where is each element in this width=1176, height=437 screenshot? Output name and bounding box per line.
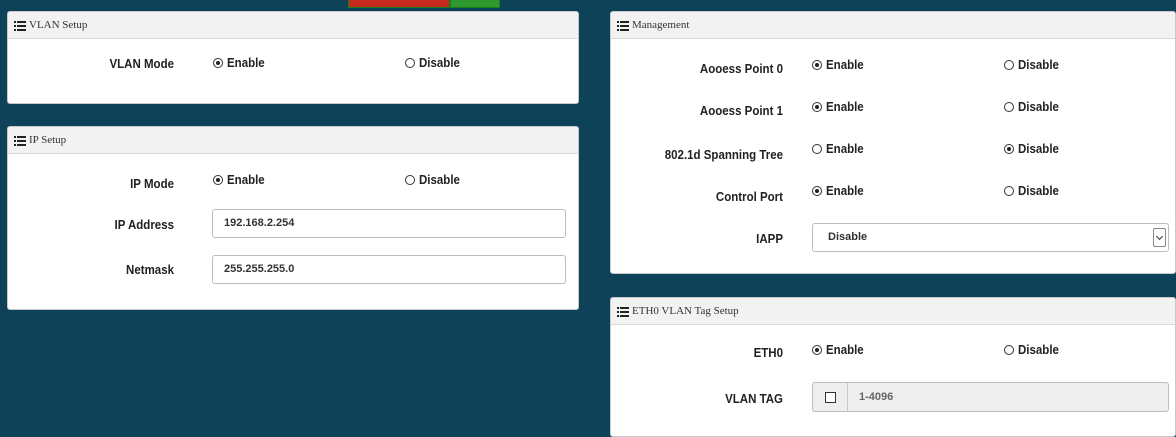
list-icon xyxy=(617,20,629,31)
vlan-tag-input-group: 1-4096 xyxy=(812,382,1169,412)
panel-title: Management xyxy=(632,19,690,31)
radio-unselected[interactable] xyxy=(1004,186,1014,196)
vlan-tag-checkbox-addon xyxy=(813,383,848,411)
vlan-tag-input[interactable]: 1-4096 xyxy=(848,383,893,411)
top-green-button[interactable] xyxy=(450,0,500,8)
panel-title: IP Setup xyxy=(29,134,67,146)
netmask-label: Netmask xyxy=(126,263,174,277)
access-point-1-enable-radio[interactable]: Enable xyxy=(812,100,867,114)
radio-unselected[interactable] xyxy=(405,58,415,68)
access-point-0-enable-radio[interactable]: Enable xyxy=(812,58,867,72)
radio-unselected[interactable] xyxy=(812,144,822,154)
access-point-1-label: Aooess Point 1 xyxy=(699,104,783,118)
radio-selected[interactable] xyxy=(213,175,223,185)
ip-mode-disable-radio[interactable]: Disable xyxy=(405,173,463,187)
vlan-tag-checkbox[interactable] xyxy=(824,391,836,403)
vlan-tag-label: VLAN TAG xyxy=(725,392,783,406)
spanning-tree-enable-radio[interactable]: Enable xyxy=(812,142,867,156)
radio-unselected[interactable] xyxy=(1004,60,1014,70)
eth0-enable-radio[interactable]: Enable xyxy=(812,343,867,357)
spanning-tree-disable-radio[interactable]: Disable xyxy=(1004,142,1062,156)
access-point-1-disable-radio[interactable]: Disable xyxy=(1004,100,1062,114)
chevron-down-icon[interactable] xyxy=(1153,228,1166,247)
management-panel: Management Aooess Point 0 Enable Disable… xyxy=(610,11,1176,274)
ip-mode-label: IP Mode xyxy=(130,177,174,191)
eth0-disable-radio[interactable]: Disable xyxy=(1004,343,1062,357)
ip-address-label: IP Address xyxy=(114,218,174,232)
radio-selected[interactable] xyxy=(812,186,822,196)
radio-unselected[interactable] xyxy=(1004,345,1014,355)
control-port-enable-radio[interactable]: Enable xyxy=(812,184,867,198)
radio-selected[interactable] xyxy=(812,102,822,112)
vlan-mode-disable-radio[interactable]: Disable xyxy=(405,56,463,70)
access-point-0-disable-radio[interactable]: Disable xyxy=(1004,58,1062,72)
radio-unselected[interactable] xyxy=(405,175,415,185)
panel-header: VLAN Setup xyxy=(8,12,578,39)
radio-selected[interactable] xyxy=(1004,144,1014,154)
list-icon xyxy=(617,306,629,317)
list-icon xyxy=(14,135,26,146)
vlan-mode-enable-radio[interactable]: Enable xyxy=(213,56,268,70)
radio-unselected[interactable] xyxy=(1004,102,1014,112)
top-red-button[interactable] xyxy=(348,0,450,8)
panel-header: ETH0 VLAN Tag Setup xyxy=(611,298,1175,325)
panel-header: IP Setup xyxy=(8,127,578,154)
netmask-input[interactable]: 255.255.255.0 xyxy=(212,255,566,284)
ip-address-input[interactable]: 192.168.2.254 xyxy=(212,209,566,238)
panel-title: VLAN Setup xyxy=(29,19,88,31)
ip-mode-enable-radio[interactable]: Enable xyxy=(213,173,268,187)
vlan-setup-panel: VLAN Setup VLAN Mode Enable Disable xyxy=(7,11,579,104)
eth0-vlan-tag-panel: ETH0 VLAN Tag Setup ETH0 Enable Disable … xyxy=(610,297,1176,437)
radio-selected[interactable] xyxy=(213,58,223,68)
list-icon xyxy=(14,20,26,31)
access-point-0-label: Aooess Point 0 xyxy=(699,62,783,76)
ip-setup-panel: IP Setup IP Mode Enable Disable IP Addre… xyxy=(7,126,579,310)
radio-selected[interactable] xyxy=(812,60,822,70)
iapp-selected-value: Disable xyxy=(828,231,868,243)
eth0-label: ETH0 xyxy=(753,346,783,360)
control-port-disable-radio[interactable]: Disable xyxy=(1004,184,1062,198)
iapp-select[interactable]: Disable xyxy=(812,223,1169,252)
control-port-label: Control Port xyxy=(715,190,783,204)
panel-title: ETH0 VLAN Tag Setup xyxy=(632,305,739,317)
top-button-group xyxy=(348,0,500,8)
panel-header: Management xyxy=(611,12,1175,39)
vlan-mode-label: VLAN Mode xyxy=(109,57,174,71)
iapp-label: IAPP xyxy=(756,232,783,246)
radio-selected[interactable] xyxy=(812,345,822,355)
spanning-tree-label: 802.1d Spanning Tree xyxy=(664,148,783,162)
